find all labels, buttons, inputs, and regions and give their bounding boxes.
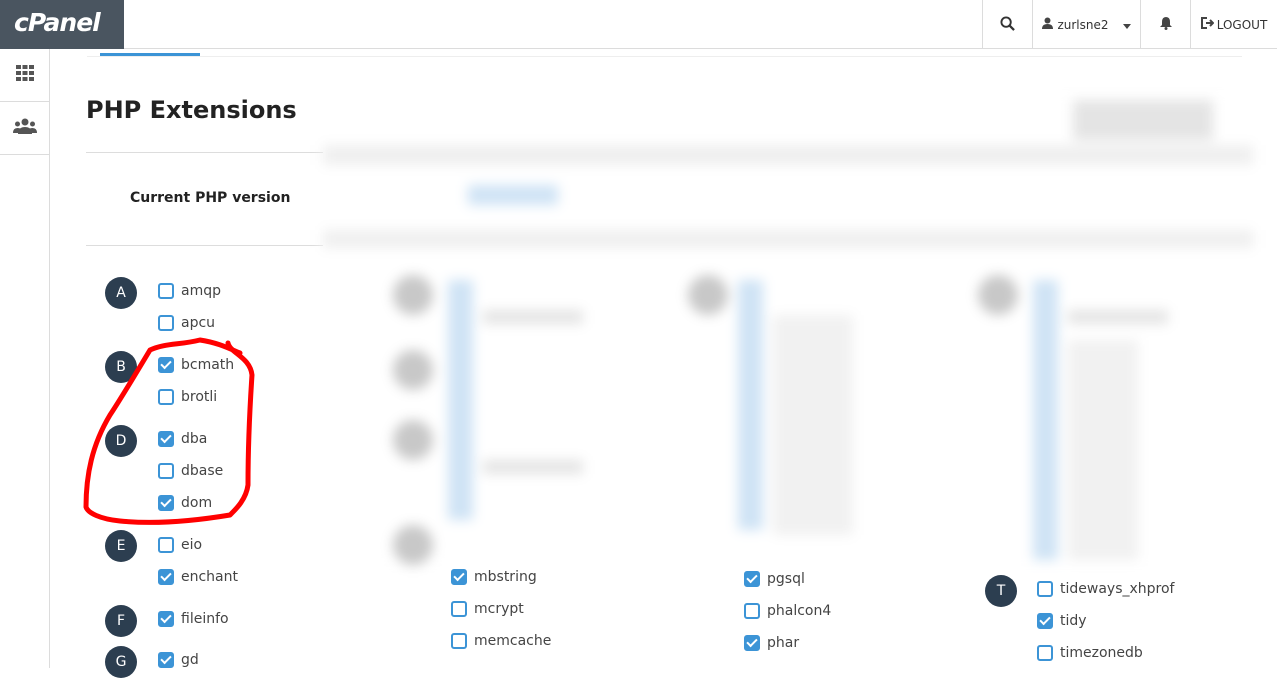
checkbox-amqp[interactable] [158,283,174,299]
checkbox-gd[interactable] [158,652,174,668]
search-icon [1000,15,1015,34]
checkbox-tidy[interactable] [1037,613,1053,629]
search-button[interactable] [982,0,1032,49]
checkbox-enchant[interactable] [158,569,174,585]
checkbox-timezonedb[interactable] [1037,645,1053,661]
tab-strip [87,49,1242,57]
logout-label: LOGOUT [1216,17,1268,32]
letter-badge-g: G [105,646,137,678]
extension-phalcon4[interactable]: phalcon4 [744,603,831,619]
extension-gd[interactable]: gd [158,652,199,668]
extension-phar[interactable]: phar [744,635,799,651]
extension-pgsql[interactable]: pgsql [744,571,805,587]
checkbox-apcu[interactable] [158,315,174,331]
checkbox-phalcon4[interactable] [744,603,760,619]
extension-mcrypt[interactable]: mcrypt [451,601,524,617]
checkbox-eio[interactable] [158,537,174,553]
bell-icon [1159,16,1172,33]
grid-icon [15,65,34,85]
divider [86,245,323,246]
extension-memcache[interactable]: memcache [451,633,551,649]
extension-apcu[interactable]: apcu [158,315,215,331]
sidebar-users-button[interactable] [0,102,49,155]
letter-badge-f: F [105,605,137,637]
caret-down-icon [1122,18,1131,32]
letter-badge-a: A [105,277,137,309]
page-title: PHP Extensions [86,96,297,124]
checkbox-phar[interactable] [744,635,760,651]
extension-enchant[interactable]: enchant [158,569,238,585]
checkbox-memcache[interactable] [451,633,467,649]
username: zurlsne2 [1057,17,1109,32]
extension-timezonedb[interactable]: timezonedb [1037,645,1143,661]
checkbox-pgsql[interactable] [744,571,760,587]
user-icon [1042,17,1054,32]
divider [86,152,323,153]
notifications-button[interactable] [1140,0,1190,49]
letter-badge-t: T [985,575,1017,607]
logout-button[interactable]: LOGOUT [1190,0,1277,49]
extension-mbstring[interactable]: mbstring [451,569,537,585]
checkbox-mcrypt[interactable] [451,601,467,617]
sidebar-tools-button[interactable] [0,49,49,102]
cpanel-logo[interactable]: cPanel [0,0,124,49]
checkbox-tideways-xhprof[interactable] [1037,581,1053,597]
top-bar: cPanel zurlsne2 LOGOUT [0,0,1277,49]
extension-tideways-xhprof[interactable]: tideways_xhprof [1037,581,1174,597]
checkbox-fileinfo[interactable] [158,611,174,627]
sidebar [0,49,50,668]
active-tab-indicator[interactable] [100,53,200,56]
logout-icon [1200,17,1215,32]
extension-amqp[interactable]: amqp [158,283,221,299]
user-menu[interactable]: zurlsne2 [1032,0,1140,49]
extension-tidy[interactable]: tidy [1037,613,1087,629]
checkbox-mbstring[interactable] [451,569,467,585]
users-icon [12,118,37,138]
current-php-version-label: Current PHP version [130,190,291,206]
extension-fileinfo[interactable]: fileinfo [158,611,229,627]
extension-eio[interactable]: eio [158,537,202,553]
red-annotation-circle [83,337,255,525]
blurred-region [323,100,1253,570]
